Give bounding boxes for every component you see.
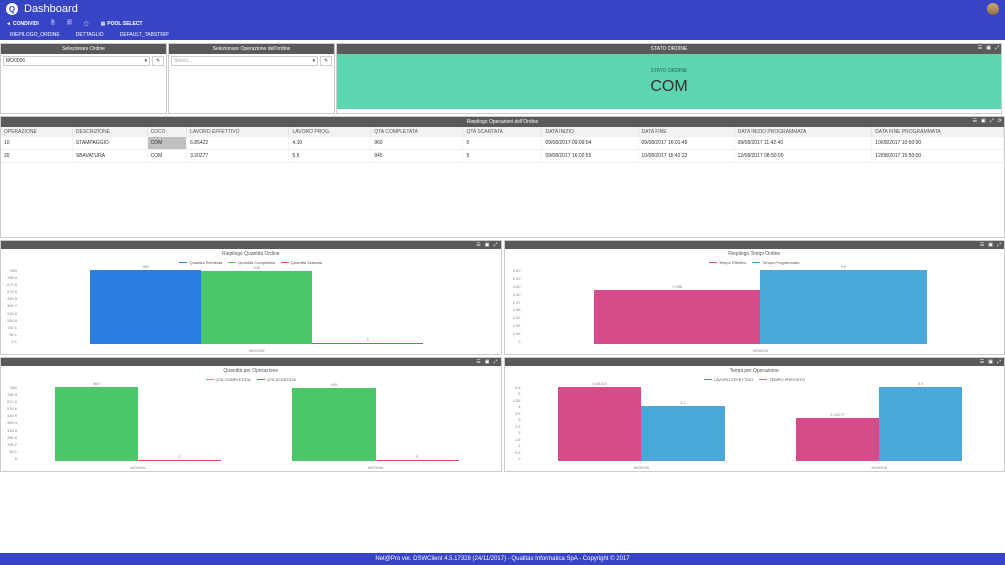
menubar: ◄ CONDIVIDI 🗎 🗐 ▢ ▦ POOL SELECT: [0, 18, 1005, 30]
menu-doc-icon[interactable]: 🗎: [51, 20, 55, 28]
chart-tempi-per-op: ☰▣⤢ Tempi per Operazione LAVORO EFFETTIV…: [504, 357, 1005, 472]
chart1-i1[interactable]: ☰: [476, 242, 480, 248]
table-col[interactable]: DATA INIZIO PROGRAMMATA: [734, 127, 872, 137]
dropdown-ordine[interactable]: MO0006: [3, 56, 150, 66]
panel-head-sel-op: Selezionare Operazione dell'ordine: [169, 44, 334, 54]
stato-icon-3[interactable]: ⤢: [995, 45, 999, 51]
menu-export-icon[interactable]: 🗐: [67, 20, 72, 28]
tab-default[interactable]: DEFAULT_TABSTRIP: [114, 30, 175, 40]
chart-quantita-per-op: ☰▣⤢ Quantità per Operazione QTA COMPLETA…: [0, 357, 502, 472]
menu-condividi[interactable]: ◄ CONDIVIDI: [6, 21, 39, 27]
chart1-i3[interactable]: ⤢: [493, 242, 497, 248]
panel-sel-ordine: Selezionare Ordine MO0006 ✎: [0, 43, 167, 114]
table-col[interactable]: DATA INIZIO: [542, 127, 638, 137]
edit-ordine-button[interactable]: ✎: [152, 56, 164, 66]
table-col[interactable]: DATA FINE PROGRAMMATA: [872, 127, 1004, 137]
stato-icon-1[interactable]: ☰: [978, 45, 982, 51]
panel-stato-ordine: STATO ORDINE ☰ ▣ ⤢ STATO ORDINE COM: [336, 43, 1002, 114]
table-icon-3[interactable]: ⤢: [990, 118, 994, 124]
chart4-i1[interactable]: ☰: [980, 359, 984, 365]
stato-body: STATO ORDINE COM: [337, 54, 1001, 109]
tab-dettaglio[interactable]: DETTAGLIO: [70, 30, 110, 40]
chart3-i2[interactable]: ▣: [485, 359, 490, 365]
chart1-i2[interactable]: ▣: [485, 242, 490, 248]
table-col[interactable]: DESCRIZIONE: [72, 127, 147, 137]
menu-blank-icon[interactable]: ▢: [84, 21, 89, 27]
table-icon-1[interactable]: ☰: [973, 118, 977, 124]
table-col[interactable]: QTA SCARTATA: [463, 127, 542, 137]
chart4-i2[interactable]: ▣: [988, 359, 993, 365]
chart-riepilogo-quantita: ☰▣⤢ Riepilogo Quantità Ordine Quantità R…: [0, 240, 502, 355]
table-header: Riepilogo Operazioni dell'Ordine ☰ ▣ ⤢ ⟳: [1, 117, 1004, 127]
tab-riepilogo[interactable]: RIEPILOGO_ORDINE: [4, 30, 66, 40]
chart2-i1[interactable]: ☰: [980, 242, 984, 248]
table-col[interactable]: QTA COMPLETATA: [371, 127, 463, 137]
tabbar: RIEPILOGO_ORDINE DETTAGLIO DEFAULT_TABST…: [0, 30, 1005, 40]
dropdown-operazione[interactable]: Select...: [171, 56, 318, 66]
chart2-i2[interactable]: ▣: [988, 242, 993, 248]
chart3-i1[interactable]: ☰: [476, 359, 480, 365]
table-col[interactable]: LAVORO PROG.: [289, 127, 371, 137]
table-row[interactable]: 20SBAVATURACOM3.202775.5945509/08/2017 1…: [1, 150, 1004, 163]
panel-sel-operazione: Selezionare Operazione dell'ordine Selec…: [168, 43, 335, 114]
stato-value: COM: [650, 78, 687, 96]
table-icon-2[interactable]: ▣: [981, 118, 986, 124]
table-row[interactable]: 10STAMPAGGIOCOM6.854224.10960009/08/2017…: [1, 137, 1004, 150]
table-col[interactable]: OPERAZIONE: [1, 127, 72, 137]
stato-icon-2[interactable]: ▣: [986, 45, 991, 51]
footer: Net@Pro ver. DSWClient 4.5.17328 (24/11/…: [0, 553, 1005, 565]
edit-op-button[interactable]: ✎: [320, 56, 332, 66]
chart3-i3[interactable]: ⤢: [493, 359, 497, 365]
table-col[interactable]: DATA FINE: [638, 127, 734, 137]
topbar: Q Dashboard: [0, 0, 1005, 18]
app-logo: Q: [6, 3, 18, 15]
page-title: Dashboard: [24, 3, 78, 15]
panel-head-stato: STATO ORDINE ☰ ▣ ⤢: [337, 44, 1001, 54]
table-icon-4[interactable]: ⟳: [998, 118, 1002, 124]
chart2-i3[interactable]: ⤢: [997, 242, 1001, 248]
panel-riepilogo-operazioni: Riepilogo Operazioni dell'Ordine ☰ ▣ ⤢ ⟳…: [0, 116, 1005, 238]
table-col[interactable]: CDCO: [147, 127, 186, 137]
table-col[interactable]: LAVORO EFFETTIVO: [187, 127, 289, 137]
user-avatar[interactable]: [987, 3, 999, 15]
operations-table: OPERAZIONEDESCRIZIONECDCOLAVORO EFFETTIV…: [1, 127, 1004, 163]
panel-head-sel-ordine: Selezionare Ordine: [1, 44, 166, 54]
chart4-i3[interactable]: ⤢: [997, 359, 1001, 365]
menu-poolselect[interactable]: ▦ POOL SELECT: [101, 21, 143, 27]
chart-riepilogo-tempi: ☰▣⤢ Riepilogo Tempi Ordine Tempo Effetti…: [504, 240, 1005, 355]
